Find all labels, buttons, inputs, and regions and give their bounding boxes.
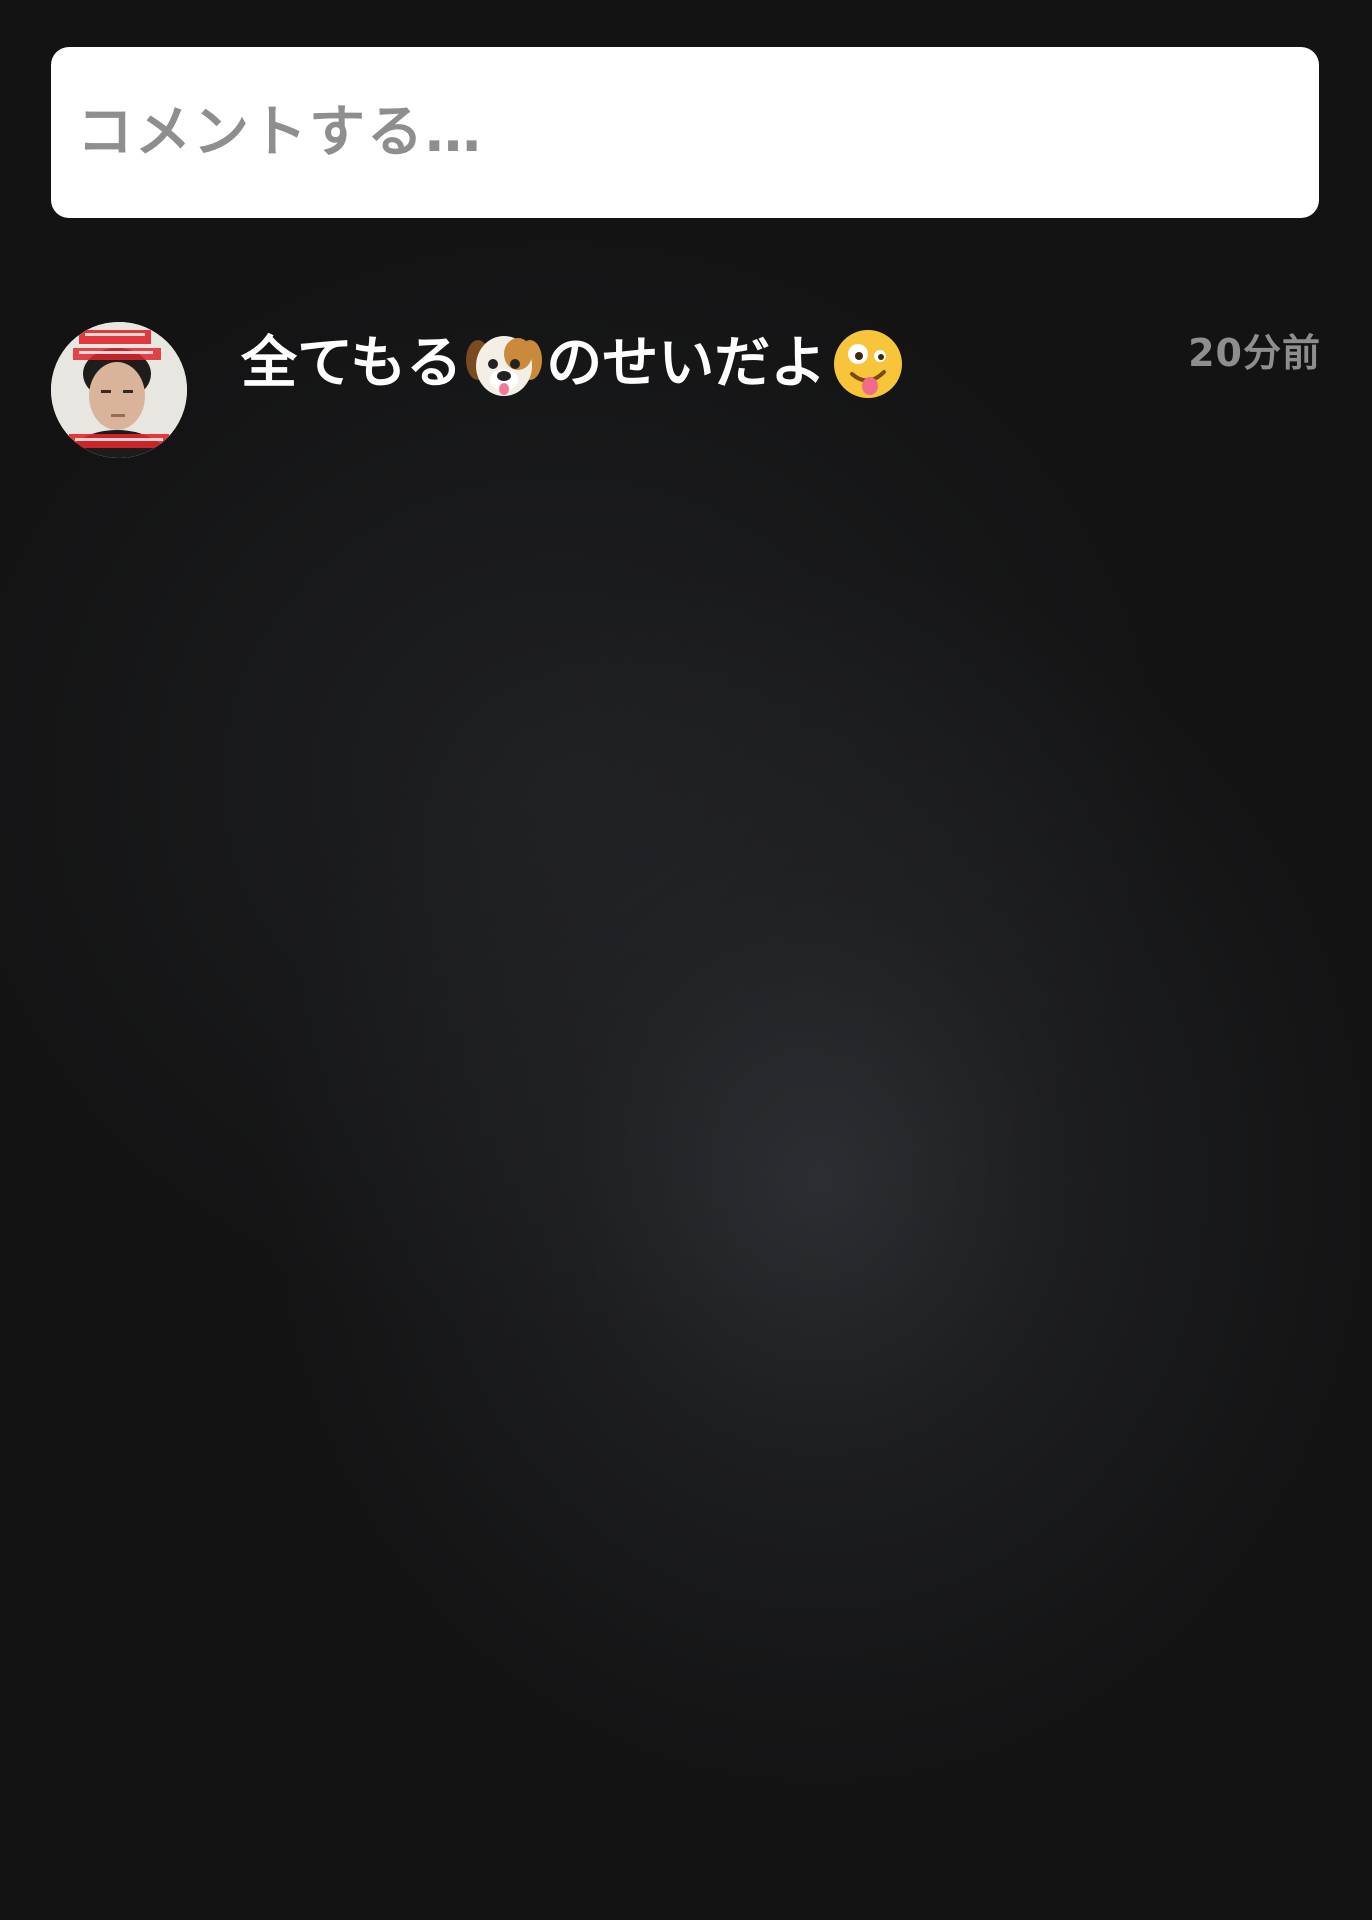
profile-photo-avatar-icon <box>51 322 187 458</box>
comment-input-placeholder: コメントする… <box>77 99 483 165</box>
comment-timestamp: 20分前 <box>1188 331 1321 375</box>
comment-text-part: 全てもる <box>241 331 463 396</box>
comment-item: 全てもる のせいだよ 20分前 <box>51 322 1321 458</box>
comment-text-part: のせいだよ <box>546 331 827 396</box>
zany-face-emoji-icon <box>830 326 906 402</box>
comment-input[interactable]: コメントする… <box>51 47 1319 218</box>
comment-text: 全てもる のせいだよ <box>241 324 910 404</box>
dog-face-emoji-icon <box>466 326 543 402</box>
comments-screen: コメントする… 全てもる のせいだよ 20分前 <box>0 0 1372 1920</box>
user-avatar[interactable] <box>51 322 187 458</box>
